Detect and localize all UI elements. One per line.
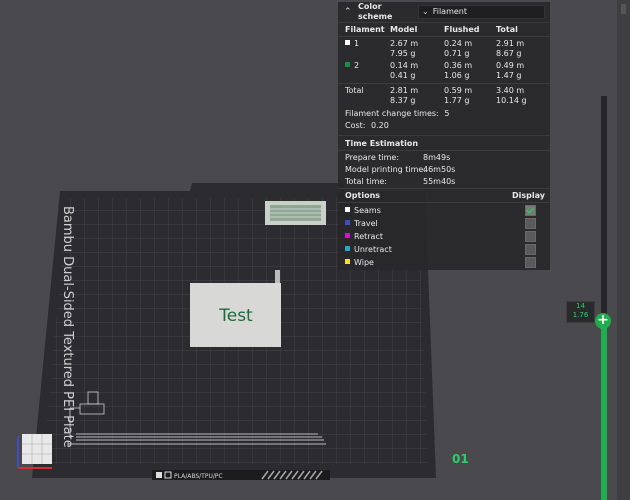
model-print-time-label: Model printing time:	[345, 165, 427, 174]
wipe-swatch	[345, 259, 350, 264]
row2-model-m: 0.14 m	[390, 61, 419, 70]
wipe-display-checkbox[interactable]	[525, 257, 536, 268]
filament-row-1: 1	[345, 39, 359, 49]
slice-stats-panel: ⌃ Color scheme ⌄ Filament Filament Model…	[338, 2, 550, 270]
row1-flushed-g: 0.71 g	[444, 49, 470, 58]
option-label: Seams	[354, 206, 381, 215]
row1-model-m: 2.67 m	[390, 39, 419, 48]
plate-name-label: Bambu Dual-Sided Textured PEI Plate	[60, 206, 75, 448]
model-print-time-value: 46m50s	[423, 165, 456, 174]
window-scrollbar[interactable]	[617, 0, 630, 500]
color-scheme-select[interactable]: ⌄ Filament	[418, 5, 545, 19]
col-flushed: Flushed	[444, 25, 480, 34]
row1-total-g: 8.67 g	[496, 49, 522, 58]
plate-material-label: PLA/ABS/TPU/PC	[174, 473, 223, 480]
time-estimation-title: Time Estimation	[345, 139, 419, 148]
layer-height: 1.76	[572, 311, 589, 319]
change-times-value: 5	[444, 109, 450, 118]
options-title: Options	[345, 191, 381, 200]
cost: Cost: 0.20	[345, 121, 389, 131]
cost-label: Cost:	[345, 121, 366, 130]
option-seams[interactable]: Seams	[345, 206, 381, 216]
prepare-time-label: Prepare time:	[345, 153, 400, 162]
cost-value: 0.20	[371, 121, 389, 130]
option-label: Retract	[354, 232, 383, 241]
row2-flushed-g: 1.06 g	[444, 71, 470, 80]
layer-number: 14	[576, 302, 585, 310]
unretract-display-checkbox[interactable]	[525, 244, 536, 255]
travel-display-checkbox[interactable]	[525, 218, 536, 229]
filament-id: 1	[354, 39, 360, 48]
total-flushed-g: 1.77 g	[444, 96, 470, 105]
total-model-m: 2.81 m	[390, 86, 419, 95]
total-label: Total	[345, 86, 364, 95]
total-time-value: 55m40s	[423, 177, 456, 186]
plate-number[interactable]: 01	[452, 452, 469, 466]
retract-display-checkbox[interactable]	[525, 231, 536, 242]
col-filament: Filament	[345, 25, 385, 34]
double-chevron-up-icon[interactable]: ⌃	[344, 7, 358, 17]
filament-swatch	[345, 62, 350, 67]
layer-indicator: 14 1.76	[566, 301, 595, 323]
seams-display-checkbox[interactable]	[525, 205, 536, 216]
total-total-m: 3.40 m	[496, 86, 525, 95]
total-flushed-m: 0.59 m	[444, 86, 473, 95]
row1-model-g: 7.95 g	[390, 49, 416, 58]
row2-flushed-m: 0.36 m	[444, 61, 473, 70]
row2-model-g: 0.41 g	[390, 71, 416, 80]
row1-total-m: 2.91 m	[496, 39, 525, 48]
retract-swatch	[345, 233, 350, 238]
option-retract[interactable]: Retract	[345, 232, 383, 242]
col-model: Model	[390, 25, 418, 34]
change-times-label: Filament change times:	[345, 109, 439, 118]
option-label: Unretract	[354, 245, 392, 254]
total-time-label: Total time:	[345, 177, 387, 186]
color-scheme-label: Color scheme	[358, 2, 393, 21]
filament-row-2: 2	[345, 61, 359, 71]
option-unretract[interactable]: Unretract	[345, 245, 392, 255]
total-model-g: 8.37 g	[390, 96, 416, 105]
bambu-logo-icon	[156, 472, 162, 478]
prepare-time-value: 8m49s	[423, 153, 451, 162]
model-text-test: Test	[218, 306, 253, 326]
axis-gizmo-icon[interactable]	[17, 434, 52, 469]
filament-change-times: Filament change times: 5	[345, 109, 449, 119]
seams-swatch	[345, 207, 350, 212]
unretract-swatch	[345, 246, 350, 251]
row2-total-g: 1.47 g	[496, 71, 522, 80]
row2-total-m: 0.49 m	[496, 61, 525, 70]
chevron-down-icon: ⌄	[422, 7, 429, 16]
row1-flushed-m: 0.24 m	[444, 39, 473, 48]
col-total: Total	[496, 25, 518, 34]
travel-swatch	[345, 220, 350, 225]
option-travel[interactable]: Travel	[345, 219, 378, 229]
layer-slider-fill	[601, 321, 607, 500]
option-label: Travel	[354, 219, 378, 228]
layer-slider-handle[interactable]: +	[595, 313, 611, 329]
color-scheme-value: Filament	[432, 7, 467, 16]
option-wipe[interactable]: Wipe	[345, 258, 374, 268]
filament-id: 2	[354, 61, 360, 70]
color-scheme-header: ⌃ Color scheme ⌄ Filament	[338, 2, 550, 23]
total-total-g: 10.14 g	[496, 96, 527, 105]
option-label: Wipe	[354, 258, 374, 267]
display-column-label: Display	[512, 191, 545, 200]
filament-swatch	[345, 40, 350, 45]
